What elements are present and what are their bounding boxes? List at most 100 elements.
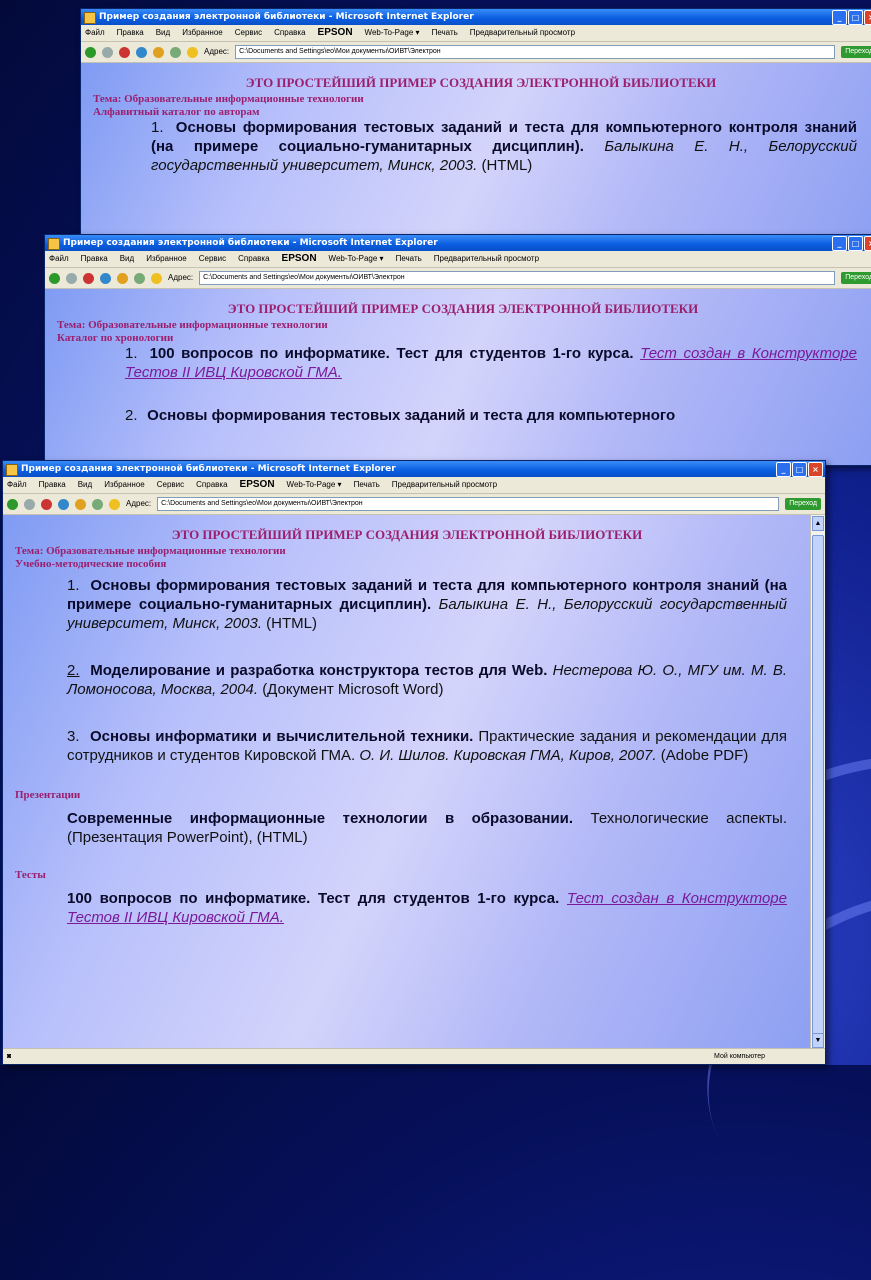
forward-icon[interactable] [102,46,113,58]
menu-favorites[interactable]: Избранное [146,251,187,267]
menu-edit[interactable]: Правка [39,477,66,493]
back-icon[interactable] [49,272,60,284]
web-to-page-button[interactable]: Web-To-Page ▾ [365,25,420,41]
address-field[interactable]: C:\Documents and Settings\eo\Мои докумен… [157,497,780,511]
item-format[interactable]: (HTML) [266,615,317,632]
scroll-up-icon[interactable]: ▲ [812,516,824,531]
minimize-button[interactable]: _ [832,10,847,25]
list-item: 2. Основы формирования тестовых заданий … [125,406,857,425]
close-button[interactable]: × [808,462,823,477]
menu-help[interactable]: Справка [274,25,305,41]
window-title: Пример создания электронной библиотеки -… [63,238,438,248]
section-label: Учебно-методические пособия [15,558,167,570]
maximize-button[interactable]: □ [792,462,807,477]
menu-bar: Файл Правка Вид Избранное Сервис Справка… [3,477,825,494]
stop-icon[interactable] [83,272,94,284]
go-button[interactable]: Переход [841,46,871,58]
menu-view[interactable]: Вид [156,25,170,41]
favorites-icon[interactable] [151,272,162,284]
back-icon[interactable] [85,46,96,58]
back-icon[interactable] [7,498,18,510]
ie-icon [48,238,60,250]
title-bar[interactable]: Пример создания электронной библиотеки -… [3,461,825,477]
item-format[interactable]: (HTML) [481,157,532,174]
forward-icon[interactable] [24,498,35,510]
refresh-icon[interactable] [100,272,111,284]
menu-edit[interactable]: Правка [81,251,108,267]
item-number: 3. [67,728,80,745]
item-title: 100 вопросов по информатике. Тест для ст… [149,345,634,362]
go-button[interactable]: Переход [785,498,821,510]
print-button[interactable]: Печать [432,25,458,41]
refresh-icon[interactable] [58,498,69,510]
item-number: 2. [125,407,138,424]
menu-help[interactable]: Справка [196,477,227,493]
toolbar: Адрес: C:\Documents and Settings\eo\Мои … [3,494,825,515]
maximize-button[interactable]: □ [848,10,863,25]
page-content: ЭТО ПРОСТЕЙШИЙ ПРИМЕР СОЗДАНИЯ ЭЛЕКТРОНН… [45,289,871,465]
item-format[interactable]: (Документ Microsoft Word) [262,681,443,698]
web-to-page-button[interactable]: Web-To-Page ▾ [329,251,384,267]
page-heading: ЭТО ПРОСТЕЙШИЙ ПРИМЕР СОЗДАНИЯ ЭЛЕКТРОНН… [227,301,699,316]
menu-file[interactable]: Файл [85,25,105,41]
search-icon[interactable] [170,46,181,58]
home-icon[interactable] [153,46,164,58]
menu-bar: Файл Правка Вид Избранное Сервис Справка… [45,251,871,268]
print-button[interactable]: Печать [396,251,422,267]
item-title: Основы информатики и вычислительной техн… [90,728,474,745]
page-content: ▲ ▼ ЭТО ПРОСТЕЙШИЙ ПРИМЕР СОЗДАНИЯ ЭЛЕКТ… [3,515,825,1064]
menu-tools[interactable]: Сервис [157,477,184,493]
ie-icon [6,464,18,476]
page-heading: ЭТО ПРОСТЕЙШИЙ ПРИМЕР СОЗДАНИЯ ЭЛЕКТРОНН… [245,75,717,90]
forward-icon[interactable] [66,272,77,284]
address-field[interactable]: C:\Documents and Settings\eo\Мои докумен… [235,45,836,59]
menu-favorites[interactable]: Избранное [104,477,145,493]
stop-icon[interactable] [41,498,52,510]
status-bar: ◙ Мой компьютер [3,1048,825,1064]
search-icon[interactable] [134,272,145,284]
web-to-page-button[interactable]: Web-To-Page ▾ [287,477,342,493]
print-preview-button[interactable]: Предварительный просмотр [470,25,575,41]
menu-help[interactable]: Справка [238,251,269,267]
favorites-icon[interactable] [187,46,198,58]
menu-favorites[interactable]: Избранное [182,25,223,41]
section-label: Алфавитный каталог по авторам [93,106,260,118]
print-preview-button[interactable]: Предварительный просмотр [434,251,539,267]
menu-tools[interactable]: Сервис [199,251,226,267]
vertical-scrollbar[interactable]: ▲ ▼ [810,515,825,1064]
menu-edit[interactable]: Правка [117,25,144,41]
list-item: 3. Основы информатики и вычислительной т… [67,727,787,765]
favorites-icon[interactable] [109,498,120,510]
search-icon[interactable] [92,498,103,510]
menu-view[interactable]: Вид [78,477,92,493]
close-button[interactable]: × [864,236,871,251]
go-button[interactable]: Переход [841,272,871,284]
menu-view[interactable]: Вид [120,251,134,267]
home-icon[interactable] [117,272,128,284]
close-button[interactable]: × [864,10,871,25]
refresh-icon[interactable] [136,46,147,58]
browser-window-chronological: Пример создания электронной библиотеки -… [44,234,871,466]
stop-icon[interactable] [119,46,130,58]
minimize-button[interactable]: _ [776,462,791,477]
menu-file[interactable]: Файл [7,477,27,493]
print-preview-button[interactable]: Предварительный просмотр [392,477,497,493]
item-number: 1. [67,577,80,594]
minimize-button[interactable]: _ [832,236,847,251]
list-item: 2. Моделирование и разработка конструкто… [67,661,787,699]
menu-tools[interactable]: Сервис [235,25,262,41]
title-bar[interactable]: Пример создания электронной библиотеки -… [81,9,871,25]
scroll-down-icon[interactable]: ▼ [812,1033,824,1048]
toolbar: Адрес: C:\Documents and Settings\eo\Мои … [45,268,871,289]
menu-file[interactable]: Файл [49,251,69,267]
item-format[interactable]: (Adobe PDF) [661,747,749,764]
title-bar[interactable]: Пример создания электронной библиотеки -… [45,235,871,251]
item-title: Моделирование и разработка конструктора … [90,662,548,679]
scroll-thumb[interactable] [812,535,824,1064]
address-field[interactable]: C:\Documents and Settings\eo\Мои докумен… [199,271,836,285]
home-icon[interactable] [75,498,86,510]
print-button[interactable]: Печать [354,477,380,493]
maximize-button[interactable]: □ [848,236,863,251]
browser-window-methodical: Пример создания электронной библиотеки -… [2,460,826,1065]
address-label: Адрес: [126,499,152,508]
